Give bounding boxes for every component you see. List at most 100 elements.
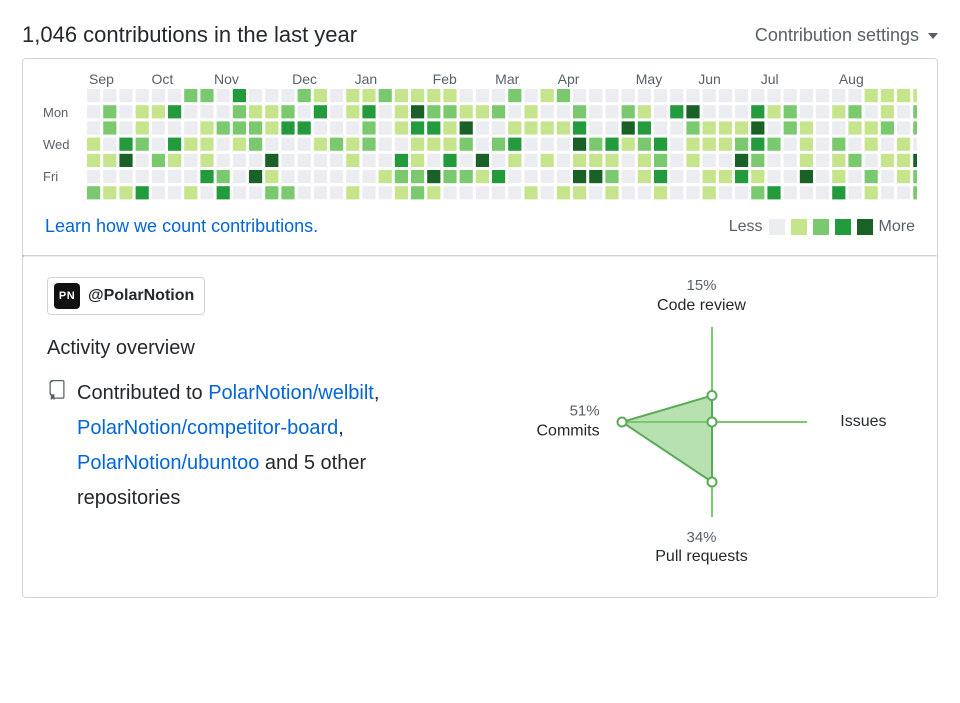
- contribution-day-cell[interactable]: [849, 154, 862, 167]
- contribution-day-cell[interactable]: [638, 170, 651, 183]
- contribution-day-cell[interactable]: [298, 89, 311, 102]
- contribution-day-cell[interactable]: [185, 89, 198, 102]
- contribution-day-cell[interactable]: [492, 121, 505, 134]
- contribution-day-cell[interactable]: [573, 89, 586, 102]
- contribution-day-cell[interactable]: [654, 186, 667, 199]
- contribution-day-cell[interactable]: [735, 186, 748, 199]
- contribution-day-cell[interactable]: [460, 170, 473, 183]
- contribution-day-cell[interactable]: [573, 105, 586, 118]
- contribution-day-cell[interactable]: [881, 170, 894, 183]
- contribution-day-cell[interactable]: [590, 154, 603, 167]
- contribution-day-cell[interactable]: [217, 105, 230, 118]
- contribution-day-cell[interactable]: [800, 154, 813, 167]
- contribution-day-cell[interactable]: [654, 170, 667, 183]
- contribution-day-cell[interactable]: [573, 170, 586, 183]
- contribution-day-cell[interactable]: [136, 121, 149, 134]
- contribution-day-cell[interactable]: [201, 89, 214, 102]
- contribution-day-cell[interactable]: [314, 186, 327, 199]
- contribution-day-cell[interactable]: [881, 186, 894, 199]
- contribution-day-cell[interactable]: [87, 105, 100, 118]
- contribution-day-cell[interactable]: [87, 154, 100, 167]
- contribution-day-cell[interactable]: [671, 138, 684, 151]
- contribution-day-cell[interactable]: [865, 105, 878, 118]
- contribution-day-cell[interactable]: [752, 154, 765, 167]
- contribution-day-cell[interactable]: [768, 138, 781, 151]
- contribution-settings-dropdown[interactable]: Contribution settings: [755, 25, 938, 46]
- contribution-day-cell[interactable]: [476, 170, 489, 183]
- contribution-day-cell[interactable]: [833, 121, 846, 134]
- contribution-day-cell[interactable]: [914, 154, 917, 167]
- contribution-day-cell[interactable]: [201, 138, 214, 151]
- contribution-day-cell[interactable]: [120, 121, 133, 134]
- contribution-day-cell[interactable]: [752, 186, 765, 199]
- contribution-day-cell[interactable]: [379, 138, 392, 151]
- contribution-day-cell[interactable]: [168, 154, 181, 167]
- contribution-day-cell[interactable]: [590, 105, 603, 118]
- contribution-day-cell[interactable]: [654, 138, 667, 151]
- contribution-day-cell[interactable]: [703, 105, 716, 118]
- contribution-day-cell[interactable]: [752, 89, 765, 102]
- contribution-day-cell[interactable]: [816, 170, 829, 183]
- contribution-day-cell[interactable]: [104, 105, 117, 118]
- contribution-calendar[interactable]: [87, 89, 917, 202]
- contribution-day-cell[interactable]: [881, 105, 894, 118]
- contribution-day-cell[interactable]: [914, 105, 917, 118]
- contribution-day-cell[interactable]: [476, 138, 489, 151]
- contribution-day-cell[interactable]: [816, 186, 829, 199]
- contribution-day-cell[interactable]: [395, 89, 408, 102]
- contribution-day-cell[interactable]: [735, 170, 748, 183]
- contribution-day-cell[interactable]: [833, 170, 846, 183]
- contribution-day-cell[interactable]: [687, 154, 700, 167]
- contribution-day-cell[interactable]: [671, 170, 684, 183]
- contribution-day-cell[interactable]: [525, 121, 538, 134]
- contribution-day-cell[interactable]: [541, 186, 554, 199]
- contribution-day-cell[interactable]: [492, 105, 505, 118]
- contribution-day-cell[interactable]: [249, 121, 262, 134]
- contribution-day-cell[interactable]: [752, 121, 765, 134]
- contribution-day-cell[interactable]: [282, 138, 295, 151]
- contribution-day-cell[interactable]: [314, 89, 327, 102]
- contribution-day-cell[interactable]: [152, 170, 165, 183]
- contribution-day-cell[interactable]: [800, 121, 813, 134]
- contribution-day-cell[interactable]: [638, 138, 651, 151]
- contribution-day-cell[interactable]: [557, 154, 570, 167]
- contribution-day-cell[interactable]: [120, 186, 133, 199]
- contribution-day-cell[interactable]: [622, 121, 635, 134]
- contribution-day-cell[interactable]: [784, 121, 797, 134]
- repo-link-1[interactable]: PolarNotion/competitor-board: [77, 417, 338, 439]
- contribution-day-cell[interactable]: [622, 105, 635, 118]
- contribution-day-cell[interactable]: [217, 186, 230, 199]
- contribution-day-cell[interactable]: [622, 154, 635, 167]
- contribution-day-cell[interactable]: [509, 170, 522, 183]
- contribution-day-cell[interactable]: [687, 138, 700, 151]
- contribution-day-cell[interactable]: [622, 170, 635, 183]
- contribution-day-cell[interactable]: [363, 105, 376, 118]
- contribution-day-cell[interactable]: [768, 186, 781, 199]
- contribution-day-cell[interactable]: [298, 154, 311, 167]
- contribution-day-cell[interactable]: [428, 170, 441, 183]
- contribution-day-cell[interactable]: [816, 105, 829, 118]
- contribution-day-cell[interactable]: [687, 170, 700, 183]
- contribution-day-cell[interactable]: [347, 186, 360, 199]
- contribution-day-cell[interactable]: [476, 186, 489, 199]
- contribution-day-cell[interactable]: [476, 105, 489, 118]
- contribution-day-cell[interactable]: [509, 89, 522, 102]
- contribution-day-cell[interactable]: [622, 138, 635, 151]
- contribution-day-cell[interactable]: [703, 170, 716, 183]
- contribution-day-cell[interactable]: [622, 186, 635, 199]
- contribution-day-cell[interactable]: [492, 186, 505, 199]
- contribution-day-cell[interactable]: [330, 138, 343, 151]
- contribution-day-cell[interactable]: [654, 89, 667, 102]
- contribution-day-cell[interactable]: [541, 138, 554, 151]
- contribution-day-cell[interactable]: [120, 170, 133, 183]
- contribution-day-cell[interactable]: [849, 186, 862, 199]
- contribution-day-cell[interactable]: [881, 121, 894, 134]
- contribution-day-cell[interactable]: [168, 170, 181, 183]
- contribution-day-cell[interactable]: [444, 186, 457, 199]
- contribution-day-cell[interactable]: [395, 121, 408, 134]
- contribution-day-cell[interactable]: [914, 138, 917, 151]
- contribution-day-cell[interactable]: [249, 89, 262, 102]
- contribution-day-cell[interactable]: [120, 138, 133, 151]
- contribution-day-cell[interactable]: [136, 170, 149, 183]
- contribution-day-cell[interactable]: [363, 89, 376, 102]
